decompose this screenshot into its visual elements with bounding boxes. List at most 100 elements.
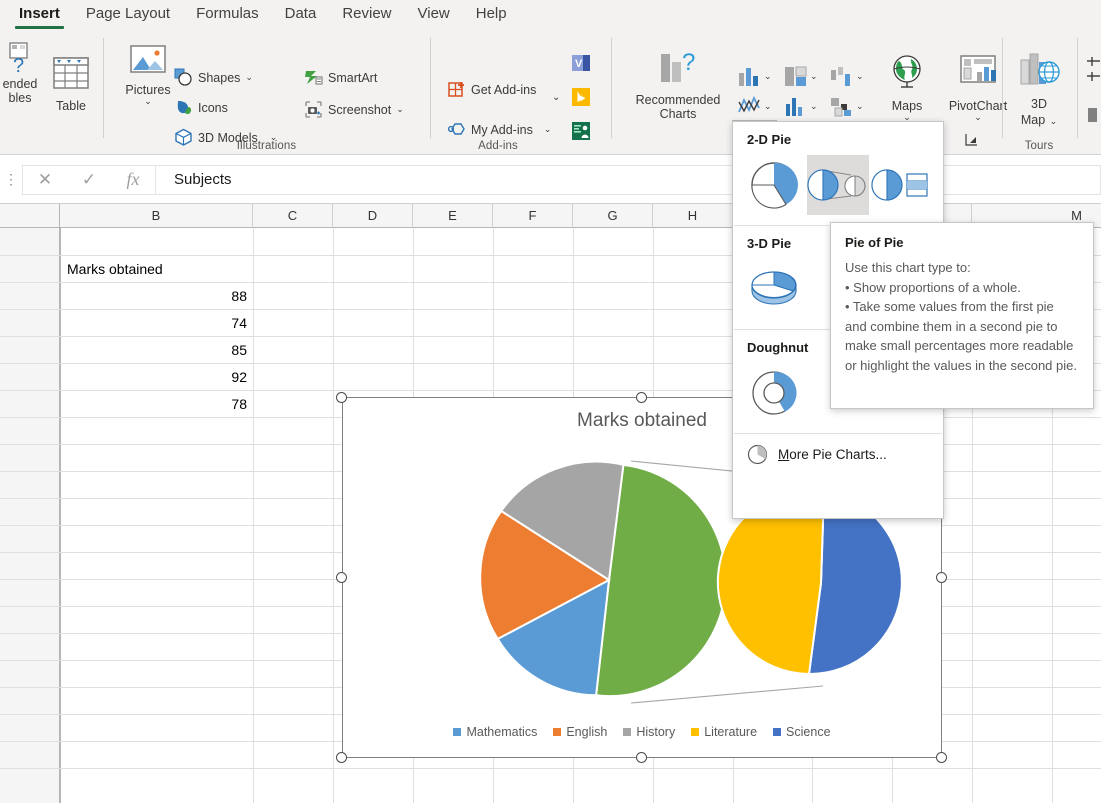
gallery-row-2d-pie [733,151,943,225]
resize-handle-bottom-right[interactable] [936,752,947,763]
cancel-entry-button[interactable]: ✕ [23,170,67,190]
column-header-E[interactable]: E [413,204,493,228]
3d-map-chevron-down-icon[interactable]: ⌄ [1050,116,1058,126]
legend-item-mathematics[interactable]: Mathematics [453,725,537,739]
my-addins-button[interactable]: My Add-ins ⌄ [447,120,551,139]
insert-function-button[interactable]: fx [111,169,155,190]
more-pie-charts-menu-item[interactable]: More Pie Charts... [733,434,943,475]
get-addins-button[interactable]: Get Add-ins [447,80,536,99]
waterfall-chart-button[interactable]: ⌄ [826,62,867,90]
smartart-button[interactable]: SmartArt [304,68,377,87]
resize-handle-top-center[interactable] [636,392,647,403]
my-addins-chevron-down-icon[interactable]: ⌄ [544,125,552,134]
cell-B6[interactable]: 85 [62,337,252,364]
namebox-grip-icon: ⋮ [0,171,22,188]
cell-B7[interactable]: 92 [62,364,252,391]
addins-overflow-chevron-icon[interactable]: ⌄ [552,92,560,103]
recommended-charts-button[interactable]: ? Recommended Charts [622,48,734,121]
tab-insert[interactable]: Insert [6,0,73,30]
resize-handle-middle-right[interactable] [936,572,947,583]
column-header-B[interactable]: B [60,204,253,228]
gridline-h-20 [0,768,1101,769]
column-header-F[interactable]: F [493,204,573,228]
maps-button[interactable]: Maps ⌄ [876,52,938,122]
hierarchy-chart-button[interactable]: ⌄ [780,62,821,90]
addin-quick-icons: ⌄ V [566,30,598,155]
resize-handle-middle-left[interactable] [336,572,347,583]
screenshot-chevron-down-icon[interactable]: ⌄ [396,105,404,114]
people-graph-icon[interactable] [570,120,592,142]
combo-chart-button[interactable]: ⌄ [826,92,867,120]
icons-button[interactable]: Icons [174,98,228,117]
pictures-chevron-down-icon[interactable]: ⌄ [117,97,179,106]
tours-group-label: Tours [1003,140,1075,152]
gallery-item-doughnut[interactable] [743,363,805,423]
legend-label-history: History [636,725,675,739]
bing-icon[interactable] [570,86,592,108]
chart-legend[interactable]: Mathematics English History Literature S… [343,725,941,739]
shapes-button[interactable]: Shapes ⌄ [174,68,253,87]
legend-item-history[interactable]: History [623,725,675,739]
confirm-entry-button[interactable]: ✓ [67,170,111,190]
formula-input[interactable]: Subjects [156,165,1101,195]
column-chart-button[interactable]: ⌄ [734,62,775,90]
tab-review[interactable]: Review [329,0,404,30]
corner-select-all[interactable] [0,204,60,228]
sparkline-column-icon[interactable] [1088,106,1101,126]
tooltip-line-3: • Take some values from the first pie an… [845,297,1079,375]
gallery-item-pie-3d[interactable] [743,259,805,319]
gallery-item-bar-of-pie[interactable] [871,155,933,215]
visio-icon[interactable]: V [570,52,592,74]
waterfall-chart-chevron-down-icon[interactable]: ⌄ [856,72,864,81]
pictures-icon [127,42,169,78]
column-chart-chevron-down-icon[interactable]: ⌄ [764,72,772,81]
gallery-item-pie[interactable] [743,155,805,215]
tab-data[interactable]: Data [272,0,330,30]
gridline-v-c [253,228,254,803]
shapes-icon [174,68,193,87]
legend-item-literature[interactable]: Literature [691,725,757,739]
combo-chart-chevron-down-icon[interactable]: ⌄ [856,102,864,111]
resize-handle-bottom-left[interactable] [336,752,347,763]
cell-B3[interactable]: Marks obtained [62,256,252,283]
bar-chart-chevron-down-icon[interactable]: ⌄ [810,102,818,111]
svg-text:?: ? [682,49,695,76]
cell-B5[interactable]: 74 [62,310,252,337]
tab-formulas[interactable]: Formulas [183,0,272,30]
hierarchy-chart-chevron-down-icon[interactable]: ⌄ [810,72,818,81]
get-addins-label: Get Add-ins [471,83,536,97]
tab-page-layout[interactable]: Page Layout [73,0,183,30]
column-header-C[interactable]: C [253,204,333,228]
bar-chart-button[interactable]: ⌄ [780,92,821,120]
resize-handle-bottom-center[interactable] [636,752,647,763]
gallery-item-pie-of-pie[interactable] [807,155,869,215]
3d-map-button[interactable]: 3D Map ⌄ [1008,50,1070,129]
pictures-button[interactable]: Pictures ⌄ [117,42,179,106]
ribbon-group-sparklines-clipped [1086,30,1101,155]
shapes-chevron-down-icon[interactable]: ⌄ [245,73,253,82]
tab-help[interactable]: Help [463,0,520,30]
cell-B4[interactable]: 88 [62,283,252,310]
gridline-v-d [333,228,334,803]
doughnut-icon [748,367,800,419]
legend-item-english[interactable]: English [553,725,607,739]
column-header-G[interactable]: G [573,204,653,228]
resize-handle-top-left[interactable] [336,392,347,403]
screenshot-button[interactable]: Screenshot ⌄ [304,100,404,119]
row-header-gutter[interactable] [0,228,60,803]
line-chart-button[interactable]: ⌄ [734,92,775,120]
pie-3d-icon [748,263,800,315]
column-header-D[interactable]: D [333,204,413,228]
tooltip-line-2: • Show proportions of a whole. [845,278,1079,298]
dialog-launcher-icon [965,133,978,146]
tab-view[interactable]: View [405,0,463,30]
table-icon [50,54,92,94]
tooltip-body: Use this chart type to: • Show proportio… [845,258,1079,375]
sparkline-line-icon[interactable] [1086,56,1101,86]
cell-B8[interactable]: 78 [62,391,252,418]
charts-dialog-launcher[interactable] [965,133,978,151]
line-chart-chevron-down-icon[interactable]: ⌄ [764,102,772,111]
table-button[interactable]: Table [40,54,102,113]
column-header-H[interactable]: H [653,204,733,228]
legend-item-science[interactable]: Science [773,725,830,739]
